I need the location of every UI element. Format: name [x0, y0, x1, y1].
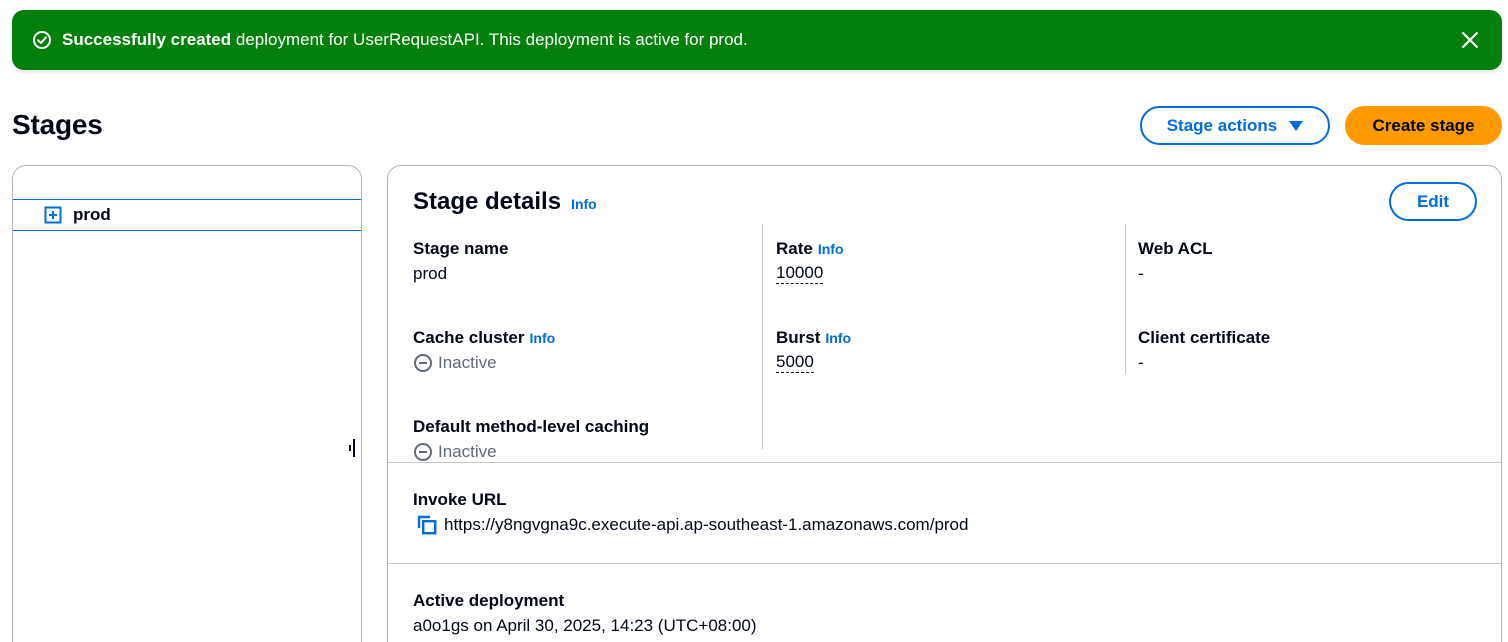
- web-acl-label: Web ACL: [1138, 239, 1213, 258]
- invoke-url-label: Invoke URL: [413, 490, 507, 509]
- stage-tree-panel: prod: [12, 165, 362, 642]
- edit-button[interactable]: Edit: [1389, 182, 1477, 221]
- success-flash-banner: Successfully created deployment for User…: [12, 10, 1502, 70]
- web-acl-field: Web ACL -: [1138, 238, 1486, 313]
- details-column-1: Stage name prod Cache cluster Info Inact…: [413, 224, 761, 491]
- burst-value: 5000: [776, 352, 1124, 373]
- cache-cluster-field: Cache cluster Info Inactive: [413, 327, 761, 402]
- invoke-url-section: Invoke URL https://y8ngvgna9c.execute-ap…: [413, 489, 968, 536]
- check-circle-icon: [32, 30, 52, 50]
- details-column-3: Web ACL - Client certificate -: [1138, 224, 1486, 402]
- stage-actions-button[interactable]: Stage actions: [1140, 106, 1330, 145]
- column-divider: [762, 224, 763, 449]
- burst-info-link[interactable]: Info: [825, 327, 851, 349]
- panel-resize-handle-icon[interactable]: [349, 438, 357, 458]
- stage-details-header: Stage details Info: [413, 187, 597, 217]
- default-caching-value: Inactive: [413, 441, 761, 463]
- burst-value-text[interactable]: 5000: [776, 352, 814, 373]
- cache-cluster-info-link[interactable]: Info: [530, 327, 556, 349]
- page-title: Stages: [12, 109, 103, 140]
- active-deployment-section: Active deployment a0o1gs on April 30, 20…: [413, 590, 757, 637]
- rate-field: Rate Info 10000: [776, 238, 1124, 313]
- create-stage-button[interactable]: Create stage: [1345, 106, 1502, 145]
- invoke-url-text: https://y8ngvgna9c.execute-api.ap-southe…: [444, 515, 969, 534]
- section-divider: [388, 462, 1501, 463]
- default-caching-status: Inactive: [438, 442, 497, 461]
- close-icon[interactable]: [1460, 30, 1480, 50]
- rate-label: Rate Info: [776, 238, 1124, 260]
- cache-cluster-value: Inactive: [413, 352, 761, 374]
- tree-item-prod[interactable]: prod: [13, 199, 361, 231]
- expand-plus-icon[interactable]: [44, 206, 62, 224]
- status-stopped-icon: [413, 353, 433, 373]
- default-caching-label: Default method-level caching: [413, 417, 650, 436]
- cache-cluster-status: Inactive: [438, 353, 497, 372]
- rate-label-text: Rate: [776, 239, 813, 258]
- section-divider: [388, 563, 1501, 564]
- caret-down-icon: [1289, 120, 1304, 131]
- web-acl-value: -: [1138, 264, 1144, 283]
- default-caching-field: Default method-level caching Inactive: [413, 416, 761, 491]
- client-certificate-field: Client certificate -: [1138, 327, 1486, 402]
- rate-info-link[interactable]: Info: [818, 238, 844, 260]
- tree-item-label: prod: [73, 205, 111, 224]
- rate-value-text[interactable]: 10000: [776, 263, 824, 284]
- stage-details-panel: Stage details Info Edit Stage name prod …: [387, 165, 1502, 642]
- copy-icon[interactable]: [416, 514, 438, 536]
- rate-value: 10000: [776, 263, 1124, 284]
- burst-label: Burst Info: [776, 327, 1124, 349]
- flash-message: Successfully created deployment for User…: [62, 30, 748, 49]
- details-column-2: Rate Info 10000 Burst Info 5000: [776, 224, 1124, 402]
- active-deployment-value: a0o1gs on April 30, 2025, 14:23 (UTC+08:…: [413, 616, 757, 635]
- burst-label-text: Burst: [776, 328, 821, 347]
- column-divider: [1125, 224, 1126, 374]
- stage-actions-label: Stage actions: [1166, 115, 1278, 135]
- cache-cluster-label: Cache cluster Info: [413, 327, 761, 349]
- cache-cluster-label-text: Cache cluster: [413, 328, 525, 347]
- active-deployment-label: Active deployment: [413, 591, 565, 610]
- stage-details-title: Stage details: [413, 188, 562, 215]
- status-stopped-icon: [413, 442, 433, 462]
- stage-name-label: Stage name: [413, 239, 509, 258]
- client-certificate-label: Client certificate: [1138, 328, 1271, 347]
- burst-field: Burst Info 5000: [776, 327, 1124, 402]
- stage-name-value: prod: [413, 264, 448, 283]
- client-certificate-value: -: [1138, 353, 1144, 372]
- stage-name-field: Stage name prod: [413, 238, 761, 313]
- stage-details-info-link[interactable]: Info: [571, 196, 597, 212]
- invoke-url-value: https://y8ngvgna9c.execute-api.ap-southe…: [413, 514, 968, 536]
